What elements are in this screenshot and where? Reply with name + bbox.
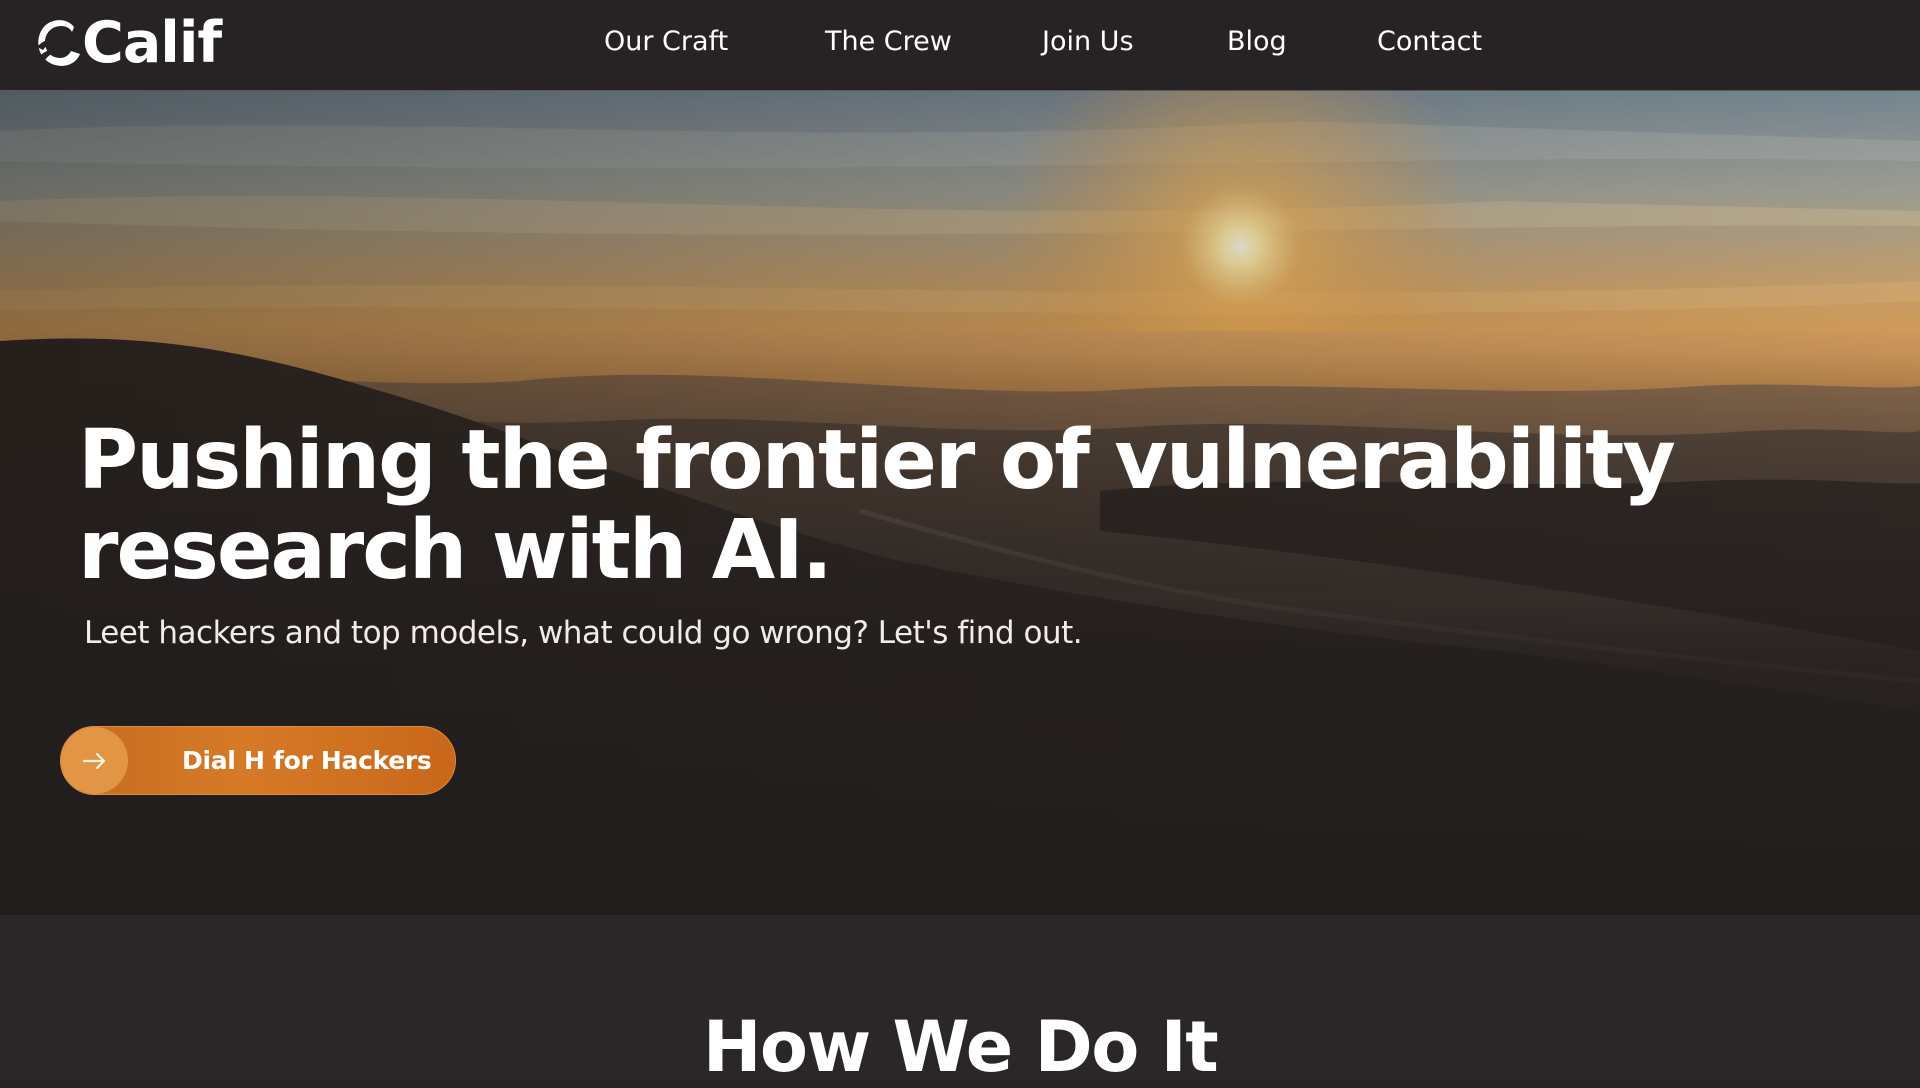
hero-title-line-1: Pushing the frontier of vulnerability: [78, 413, 1676, 508]
nav-the-crew[interactable]: The Crew: [825, 24, 952, 60]
site-header: Calif Our Craft The Crew Join Us Blog Co…: [0, 0, 1920, 91]
section-title: How We Do It: [702, 1006, 1219, 1088]
hero-subtitle: Leet hackers and top models, what could …: [84, 615, 1083, 651]
arrow-right-icon: [61, 727, 128, 794]
hero-section: Pushing the frontier of vulnerability re…: [0, 91, 1920, 915]
nav-blog[interactable]: Blog: [1227, 24, 1287, 60]
hero-title: Pushing the frontier of vulnerability re…: [78, 416, 1678, 596]
how-we-do-it-section: How We Do It: [0, 915, 1920, 1087]
nav-contact[interactable]: Contact: [1377, 24, 1482, 60]
dial-h-for-hackers-button[interactable]: Dial H for Hackers: [60, 726, 456, 795]
main-nav: Our Craft The Crew Join Us Blog Contact: [0, 0, 1920, 90]
nav-join-us[interactable]: Join Us: [1042, 24, 1134, 60]
cta-label: Dial H for Hackers: [182, 746, 432, 775]
nav-our-craft[interactable]: Our Craft: [604, 24, 728, 60]
hero-title-line-2: research with AI.: [78, 503, 833, 598]
